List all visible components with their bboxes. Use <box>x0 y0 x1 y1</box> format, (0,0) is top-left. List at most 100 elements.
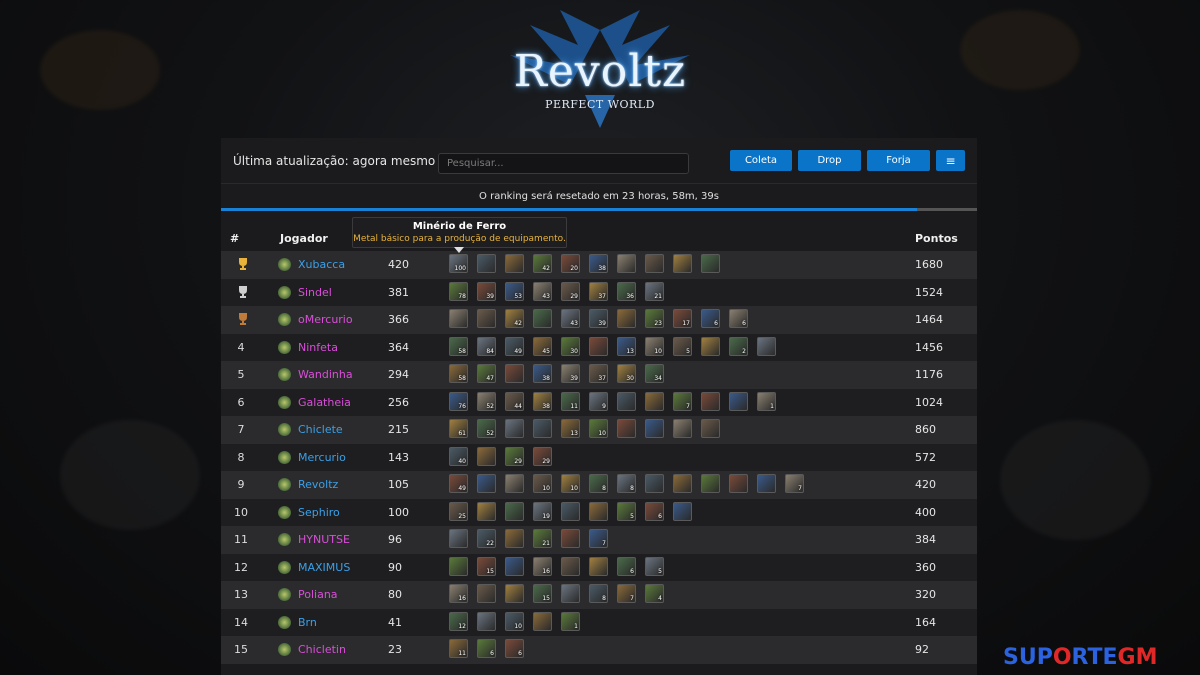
item-icon[interactable] <box>617 254 636 273</box>
item-icon[interactable] <box>729 474 748 493</box>
item-icon[interactable]: 49 <box>449 474 468 493</box>
item-icon[interactable]: 9 <box>589 391 608 411</box>
player-name-link[interactable]: Brn <box>298 616 317 629</box>
item-icon[interactable] <box>477 254 496 273</box>
player-name-link[interactable]: Mercurio <box>298 451 346 464</box>
item-icon[interactable]: 47 <box>477 364 496 383</box>
player-name-link[interactable]: Chiclete <box>298 423 343 436</box>
item-icon[interactable]: 11 <box>561 391 580 411</box>
item-icon[interactable]: 25 <box>449 501 468 521</box>
menu-button[interactable]: ≡ <box>936 150 965 171</box>
item-icon[interactable] <box>589 501 608 521</box>
item-icon[interactable]: 1 <box>757 391 776 411</box>
item-icon[interactable]: 20 <box>561 254 580 273</box>
player-name-link[interactable]: Wandinha <box>298 368 353 381</box>
item-icon[interactable]: 15 <box>533 584 552 603</box>
player-name-link[interactable]: Xubacca <box>298 258 345 271</box>
item-icon[interactable]: 10 <box>645 336 664 356</box>
item-icon[interactable]: 78 <box>449 281 468 301</box>
item-icon[interactable]: 21 <box>533 529 552 548</box>
item-icon[interactable]: 58 <box>449 364 468 383</box>
item-icon[interactable] <box>729 391 748 411</box>
item-icon[interactable]: 6 <box>729 309 748 328</box>
item-icon[interactable]: 52 <box>477 419 496 438</box>
item-icon[interactable]: 11 <box>449 639 468 658</box>
item-icon[interactable]: 38 <box>533 391 552 411</box>
item-icon[interactable] <box>673 501 692 521</box>
item-icon[interactable] <box>477 474 496 493</box>
item-icon[interactable]: 15 <box>477 556 496 576</box>
item-icon[interactable]: 61 <box>449 419 468 438</box>
item-icon[interactable]: 76 <box>449 391 468 411</box>
item-icon[interactable] <box>505 364 524 383</box>
item-icon[interactable]: 53 <box>505 281 524 301</box>
item-icon[interactable] <box>477 611 496 631</box>
item-icon[interactable] <box>449 556 468 576</box>
search-input[interactable] <box>438 153 689 174</box>
item-icon[interactable]: 8 <box>589 584 608 603</box>
item-icon[interactable]: 4 <box>645 584 664 603</box>
item-icon[interactable]: 12 <box>449 611 468 631</box>
item-icon[interactable] <box>701 336 720 356</box>
item-icon[interactable] <box>533 611 552 631</box>
item-icon[interactable]: 7 <box>589 529 608 548</box>
item-icon[interactable] <box>505 474 524 493</box>
item-icon[interactable] <box>449 529 468 548</box>
player-name-link[interactable]: MAXIMUS <box>298 561 350 574</box>
item-icon[interactable] <box>701 391 720 411</box>
item-icon[interactable] <box>561 584 580 603</box>
item-icon[interactable]: 36 <box>617 281 636 301</box>
item-icon[interactable]: 43 <box>561 309 580 328</box>
item-icon[interactable]: 6 <box>505 639 524 658</box>
item-icon[interactable]: 23 <box>645 309 664 328</box>
item-icon[interactable]: 38 <box>589 254 608 273</box>
item-icon[interactable]: 42 <box>505 309 524 328</box>
item-icon[interactable]: 10 <box>533 474 552 493</box>
item-icon[interactable]: 10 <box>561 474 580 493</box>
player-name-link[interactable]: oMercurio <box>298 313 353 326</box>
item-icon[interactable] <box>561 556 580 576</box>
item-icon[interactable]: 10 <box>505 611 524 631</box>
item-icon[interactable] <box>505 584 524 603</box>
item-icon[interactable]: 6 <box>645 501 664 521</box>
item-icon[interactable] <box>561 529 580 548</box>
item-icon[interactable]: 39 <box>477 281 496 301</box>
item-icon[interactable] <box>617 391 636 411</box>
item-icon[interactable] <box>645 391 664 411</box>
item-icon[interactable] <box>617 419 636 438</box>
player-name-link[interactable]: Poliana <box>298 588 338 601</box>
item-icon[interactable]: 6 <box>617 556 636 576</box>
item-icon[interactable] <box>505 419 524 438</box>
forja-button[interactable]: Forja <box>867 150 930 171</box>
item-icon[interactable] <box>561 501 580 521</box>
item-icon[interactable] <box>673 254 692 273</box>
item-icon[interactable] <box>701 254 720 273</box>
item-icon[interactable]: 13 <box>617 336 636 356</box>
item-icon[interactable] <box>477 501 496 521</box>
player-name-link[interactable]: Galatheia <box>298 396 351 409</box>
item-icon[interactable]: 19 <box>533 501 552 521</box>
item-icon[interactable]: 22 <box>477 529 496 548</box>
item-icon[interactable] <box>477 309 496 328</box>
item-icon[interactable]: 52 <box>477 391 496 411</box>
item-icon[interactable]: 17 <box>673 309 692 328</box>
player-name-link[interactable]: Revoltz <box>298 478 338 491</box>
player-name-link[interactable]: HYNUTSE <box>298 533 350 546</box>
item-icon[interactable] <box>505 556 524 576</box>
item-icon[interactable] <box>645 254 664 273</box>
item-icon[interactable]: 13 <box>561 419 580 438</box>
item-icon[interactable] <box>757 474 776 493</box>
item-icon[interactable]: 8 <box>617 474 636 493</box>
player-name-link[interactable]: Sephiro <box>298 506 340 519</box>
coleta-button[interactable]: Coleta <box>730 150 792 171</box>
item-icon[interactable]: 16 <box>533 556 552 576</box>
item-icon[interactable]: 21 <box>645 281 664 301</box>
item-icon[interactable]: 44 <box>505 391 524 411</box>
item-icon[interactable] <box>505 254 524 273</box>
drop-button[interactable]: Drop <box>798 150 861 171</box>
item-icon[interactable] <box>477 446 496 466</box>
item-icon[interactable] <box>673 474 692 493</box>
item-icon[interactable] <box>701 474 720 493</box>
item-icon[interactable]: 1 <box>561 611 580 631</box>
player-name-link[interactable]: Ninfeta <box>298 341 338 354</box>
